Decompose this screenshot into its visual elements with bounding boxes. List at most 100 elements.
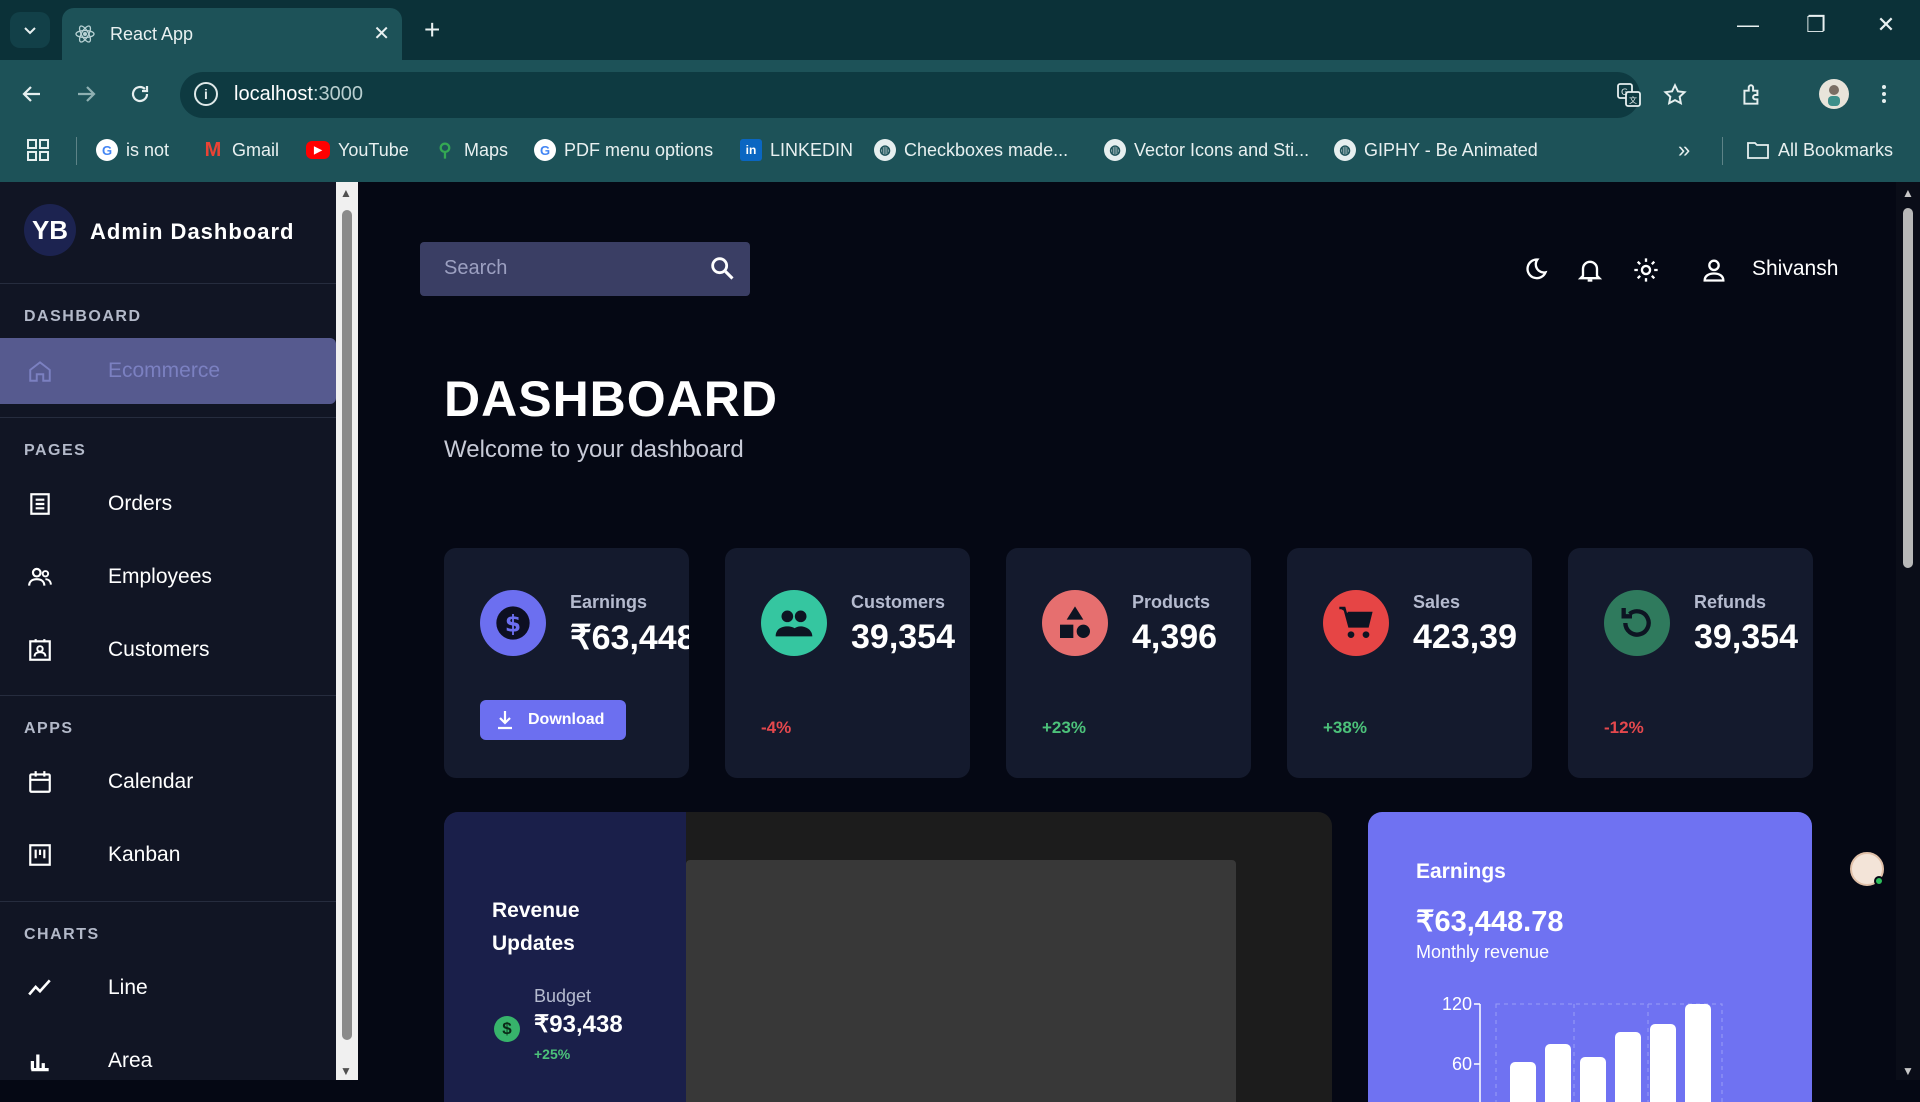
stat-card-earnings: $ Earnings ₹63,448 Download (444, 548, 689, 778)
scroll-down-icon[interactable]: ▼ (340, 1064, 352, 1078)
logo: YB (24, 204, 76, 256)
notification-bell-icon[interactable] (1576, 256, 1604, 284)
scroll-up-icon[interactable]: ▲ (1902, 186, 1914, 200)
stat-value: ₹63,448 (570, 619, 689, 657)
browser-menu-icon[interactable] (1868, 82, 1900, 113)
bookmark-item[interactable]: ▶ YouTube (306, 137, 409, 163)
forward-icon[interactable] (70, 82, 102, 113)
download-icon (496, 710, 514, 735)
bookmark-label: is not (126, 139, 170, 160)
bookmark-label: Checkboxes made... (904, 139, 1069, 160)
dark-mode-icon[interactable] (1521, 256, 1549, 284)
sidebar-item-line[interactable]: Line (0, 955, 336, 1021)
dollar-icon: $ (494, 1016, 520, 1042)
assistant-avatar[interactable] (1850, 852, 1884, 886)
sidebar-item-orders[interactable]: Orders (0, 471, 336, 537)
close-tab-icon[interactable]: ✕ (373, 21, 390, 46)
translate-icon[interactable]: G文 (1616, 82, 1642, 114)
download-button[interactable]: Download (480, 700, 626, 740)
sidebar-item-calendar[interactable]: Calendar (0, 749, 336, 815)
calendar-icon (24, 766, 56, 798)
url-port: :3000 (312, 83, 363, 105)
svg-text:G: G (1621, 88, 1628, 98)
cart-icon (1323, 590, 1389, 656)
kanban-icon (24, 839, 56, 871)
sidebar-item-label: Customers (108, 638, 210, 661)
reload-icon[interactable] (124, 82, 156, 113)
bookmark-star-icon[interactable] (1662, 82, 1688, 114)
stat-card-refunds: Refunds 39,354 -12% (1568, 548, 1813, 778)
extensions-icon[interactable] (1736, 82, 1768, 115)
budget-label: Budget (534, 986, 592, 1006)
minimize-icon[interactable]: — (1728, 12, 1768, 38)
new-tab-button[interactable]: + (424, 14, 440, 46)
svg-text:$: $ (505, 609, 521, 637)
bar-chart-icon (24, 1045, 56, 1077)
bookmark-item[interactable]: ◍ GIPHY - Be Animated (1334, 137, 1538, 163)
sidebar-item-ecommerce[interactable]: Ecommerce (0, 338, 336, 404)
bookmark-item[interactable]: in LINKEDIN (740, 137, 853, 163)
search-input[interactable]: Search (444, 257, 507, 280)
browser-tab[interactable]: React App ✕ (62, 8, 402, 60)
earnings-bar (1615, 1032, 1641, 1102)
close-window-icon[interactable]: ✕ (1866, 12, 1906, 38)
bookmark-item[interactable]: Gis not (96, 137, 169, 163)
y-tick-label: 60 (1452, 1054, 1472, 1074)
browser-tab-bar: React App ✕ + — ❐ ✕ (0, 0, 1920, 60)
bookmark-item[interactable]: ◍ Vector Icons and Sti... (1104, 137, 1309, 163)
main-scroll-thumb[interactable] (1903, 208, 1913, 568)
stat-value: 39,354 (851, 618, 955, 656)
youtube-icon: ▶ (306, 141, 330, 159)
budget-value: ₹93,438 (534, 1011, 623, 1038)
gmail-icon: M (204, 138, 222, 161)
tab-search-button[interactable] (10, 12, 50, 48)
sidebar-divider (0, 695, 336, 696)
site-info-icon[interactable]: i (194, 82, 218, 106)
bookmark-item[interactable]: G PDF menu options (534, 137, 713, 163)
sidebar-divider (0, 417, 336, 418)
bookmark-item[interactable]: ◍ Checkboxes made... (874, 137, 1068, 163)
username[interactable]: Shivansh (1752, 257, 1838, 281)
url-text[interactable]: localhost:3000 (234, 83, 363, 106)
all-bookmarks-label: All Bookmarks (1778, 139, 1894, 160)
bookmark-item[interactable]: M Gmail (202, 137, 279, 163)
line-chart-icon (24, 972, 56, 1004)
all-bookmarks-button[interactable]: All Bookmarks (1746, 137, 1893, 163)
restore-icon[interactable]: ❐ (1796, 12, 1836, 38)
shapes-icon (1042, 590, 1108, 656)
bookmark-item[interactable]: ⚲ Maps (434, 137, 508, 163)
sidebar-item-customers[interactable]: Customers (0, 617, 336, 683)
scroll-up-icon[interactable]: ▲ (340, 186, 352, 200)
sidebar-item-area[interactable]: Area (0, 1028, 336, 1080)
user-icon[interactable] (1700, 256, 1728, 284)
settings-gear-icon[interactable] (1632, 256, 1660, 284)
globe-icon: ◍ (1104, 139, 1126, 161)
people-icon (24, 561, 56, 593)
more-bookmarks-icon[interactable]: » (1678, 137, 1690, 163)
sidebar-scrollbar[interactable]: ▲ ▼ (336, 182, 358, 1080)
y-tick-label: 120 (1442, 994, 1472, 1014)
globe-icon: ◍ (1334, 139, 1356, 161)
refund-icon (1604, 590, 1670, 656)
address-bar[interactable]: i localhost:3000 G文 (180, 72, 1687, 118)
sidebar-scroll-thumb[interactable] (342, 210, 352, 1040)
stat-label: Refunds (1694, 592, 1766, 612)
main-scrollbar[interactable]: ▲ ▼ (1896, 182, 1920, 1080)
back-icon[interactable] (16, 82, 48, 113)
revenue-title: Revenue Updates (492, 899, 580, 955)
stat-value: 4,396 (1132, 618, 1218, 656)
home-icon (24, 355, 56, 387)
search-box[interactable]: Search (420, 242, 750, 296)
sidebar-section-charts: CHARTS (24, 926, 100, 943)
contact-card-icon (24, 634, 56, 666)
brand-title: Admin Dashboard (90, 219, 295, 244)
search-icon[interactable] (708, 254, 736, 287)
stat-change: +38% (1323, 718, 1367, 737)
sidebar-item-employees[interactable]: Employees (0, 544, 336, 610)
app-root: YB Admin Dashboard DASHBOARD Ecommerce P… (0, 182, 1920, 1102)
scroll-down-icon[interactable]: ▼ (1902, 1064, 1914, 1078)
revenue-updates-panel: Revenue Updates Budget $ ₹93,438 +25% (444, 812, 1332, 1102)
sidebar-item-kanban[interactable]: Kanban (0, 822, 336, 888)
profile-avatar[interactable] (1818, 78, 1850, 117)
apps-grid-icon[interactable] (26, 137, 50, 163)
